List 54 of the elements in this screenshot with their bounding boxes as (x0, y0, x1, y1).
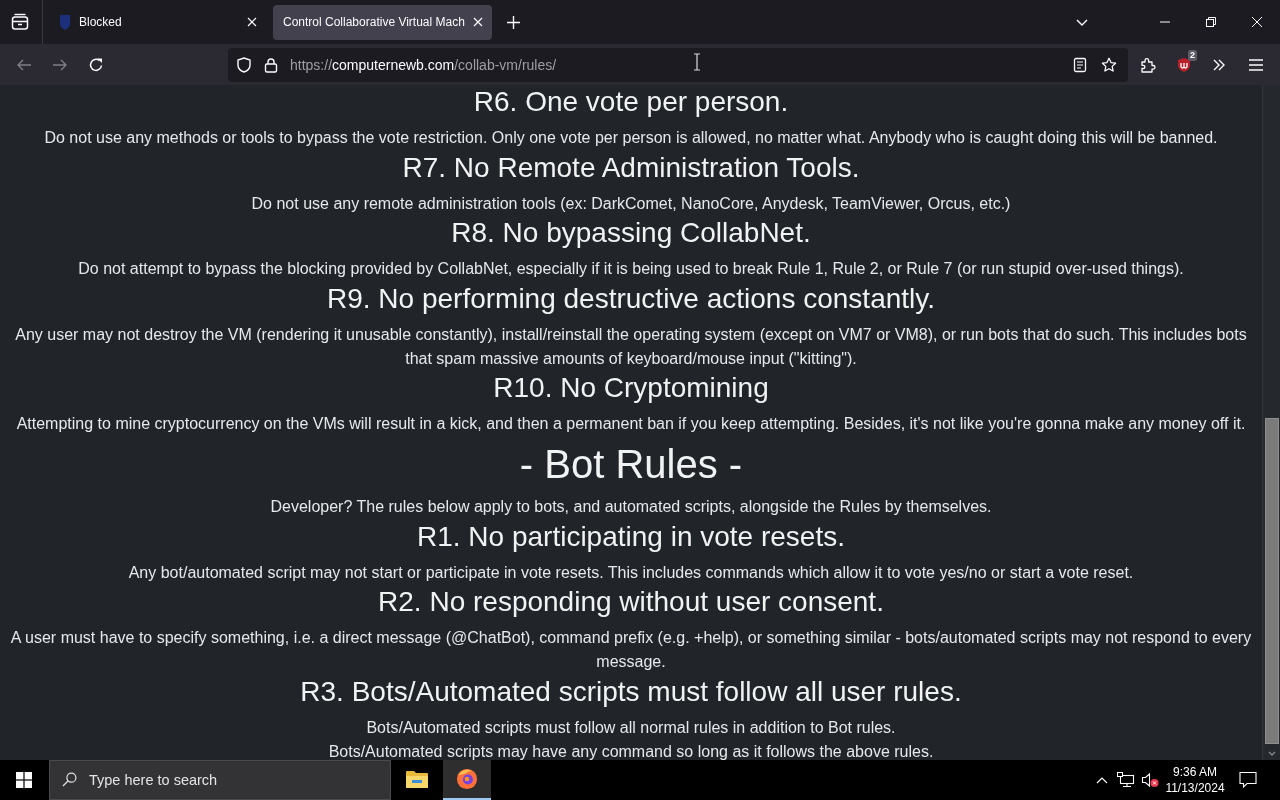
taskbar-search-field[interactable]: Type here to search (49, 760, 391, 800)
windows-logo-icon[interactable] (16, 772, 32, 788)
rule-text: Any user may not destroy the VM (rendering it unusable constantly), install/reinstall the operating system (except on VM7 or VM8), or run bots that do such. This includes bots that spam massive amounts of keyboard/mouse input ("kitting"). (14, 324, 1248, 369)
rule-text: Do not use any methods or tools to bypass the vote restriction. Only one vote per person is allowed, no matter what. Anybody who is caught doing this will be banned. (43, 128, 1219, 148)
extension-badge: 2 (1188, 49, 1197, 61)
rule-heading: R9. No performing destructive actions constantly. (326, 281, 936, 316)
rule-text: Bots/Automated scripts may have any command so long as it follows the above rules. (327, 742, 935, 760)
chevron-down-icon[interactable] (1076, 18, 1088, 26)
scrollbar-thumb[interactable] (1264, 418, 1279, 744)
search-icon (62, 772, 77, 787)
close-tab-icon[interactable] (472, 17, 483, 27)
tab-list-icon[interactable] (11, 13, 29, 31)
reload-icon[interactable] (88, 56, 104, 73)
clock-date: 11/13/2024 (1165, 780, 1225, 796)
section-heading: - Bot Rules - (518, 441, 744, 488)
rule-heading: R3. Bots/Automated scripts must follow all user rules. (299, 674, 963, 709)
reader-view-icon[interactable] (1072, 56, 1088, 73)
chevron-up-icon[interactable] (1096, 776, 1108, 784)
restore-icon[interactable] (1206, 17, 1216, 27)
shield-extension-icon[interactable] (1176, 56, 1192, 73)
rule-heading: R7. No Remote Administration Tools. (401, 150, 861, 185)
text-cursor-icon (693, 53, 701, 71)
new-tab-icon[interactable] (506, 15, 520, 29)
scroll-down-icon[interactable] (1267, 751, 1276, 756)
rule-heading: R6. One vote per person. (472, 85, 790, 119)
shield-icon[interactable] (236, 56, 252, 73)
rule-text: A user must have to specify something, i.e. a direct message (@ChatBot), command prefix (e.g. +help), or something similar - bots/automated scripts may not respond to every message. (10, 628, 1252, 672)
clock-time: 9:36 AM (1173, 764, 1217, 780)
folder-icon (405, 768, 429, 790)
rule-heading: R1. No participating in vote resets. (416, 519, 846, 554)
browser-tab[interactable]: Blocked (49, 4, 266, 40)
close-tab-icon[interactable] (247, 17, 257, 27)
network-monitor-icon[interactable] (1117, 772, 1135, 788)
rule-text: Any bot/automated script may not start or participate in vote resets. This includes commands which allow it to vote yes/no or start a vote reset. (127, 562, 1135, 583)
notification-icon[interactable] (1239, 771, 1257, 789)
rule-heading: R2. No responding without user consent. (377, 585, 885, 619)
address-bar[interactable]: https://computernewb.com/collab-vm/rules/ (228, 47, 1128, 82)
bookmark-star-icon[interactable] (1101, 56, 1117, 73)
globe-logo-icon (455, 768, 479, 790)
lock-icon[interactable] (263, 56, 279, 73)
rule-text: Do not use any remote administration tools (ex: DarkComet, NanoCore, Anydesk, TeamViewer, Orcus, etc.) (250, 193, 1012, 214)
puzzle-piece-icon[interactable] (1140, 56, 1156, 73)
taskbar-app-button[interactable] (443, 760, 491, 800)
rule-heading: R8. No bypassing CollabNet. (450, 216, 812, 250)
browser-tab[interactable]: Control Collaborative Virtual Mach (273, 4, 492, 40)
rule-heading: R10. No Cryptomining (492, 371, 770, 405)
close-window-icon[interactable] (1252, 17, 1262, 27)
rule-text: Developer? The rules below apply to bots, and automated scripts, alongside the Rules by themselves. (269, 497, 993, 517)
scrollbar-track[interactable] (1262, 85, 1280, 760)
speaker-muted-icon[interactable] (1141, 772, 1159, 788)
rule-text: Bots/Automated scripts must follow all normal rules in addition to Bot rules. (365, 717, 897, 738)
rule-text: Do not attempt to bypass the blocking provided by CollabNet, especially if it is being used to break Rule 1, Rule 2, or Rule 7 (or run stupid over-used things). (77, 259, 1185, 279)
rule-text: Attempting to mine cryptocurrency on the VMs will result in a kick, and then a permanent ban if you keep attempting. Besides, it's not like you're gonna make any money off it. (15, 414, 1247, 434)
menu-icon[interactable] (1248, 56, 1264, 73)
